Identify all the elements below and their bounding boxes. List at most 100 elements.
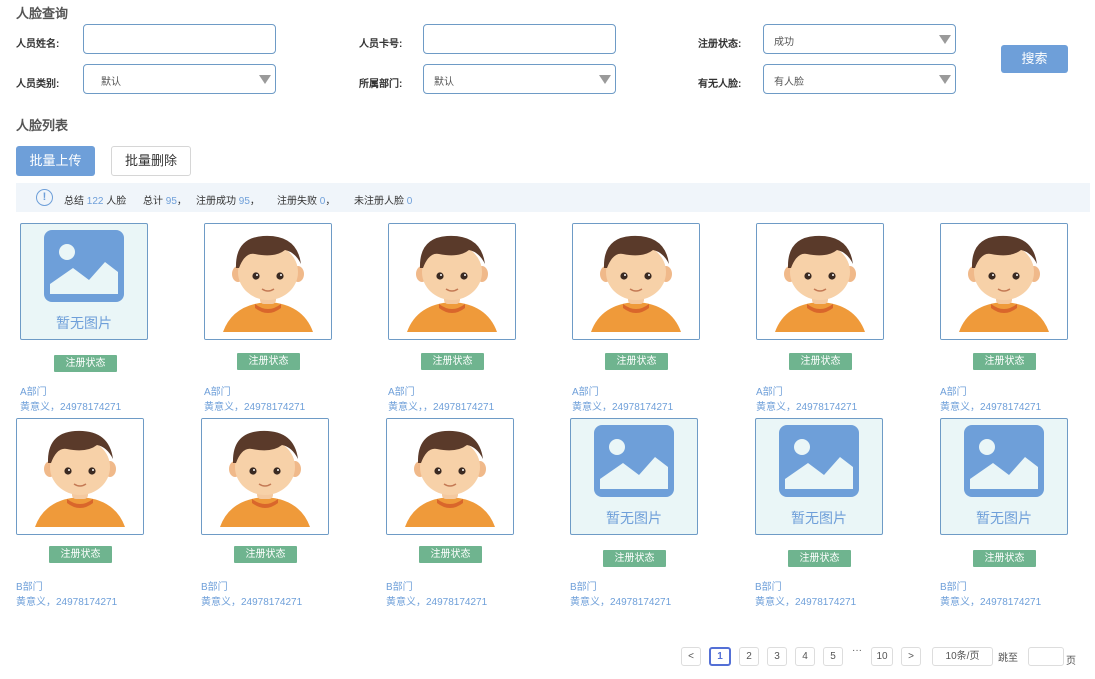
list-section-title: 人脸列表 <box>16 118 69 133</box>
card-person-info: 黄意义，24978174271 <box>570 597 672 608</box>
card-department: A部门 <box>20 387 47 398</box>
card-person-info: 黄意义，24978174271 <box>201 597 303 608</box>
avatar-illustration-icon <box>573 224 699 339</box>
registration-status-badge: 注册状态 <box>419 546 482 563</box>
registration-status-badge: 注册状态 <box>973 550 1036 567</box>
no-image-text: 暂无图片 <box>606 510 662 526</box>
card-department: A部门 <box>204 387 231 398</box>
face-thumbnail[interactable] <box>386 418 514 535</box>
face-card[interactable]: 注册状态 B部门 黄意义，24978174271 <box>201 418 401 613</box>
card-department: A部门 <box>388 387 415 398</box>
card-department: B部门 <box>16 582 43 593</box>
card-department: B部门 <box>201 582 228 593</box>
face-thumbnail[interactable]: 暂无图片 <box>20 223 148 340</box>
registration-status-badge: 注册状态 <box>973 353 1036 370</box>
registration-status-badge: 注册状态 <box>603 550 666 567</box>
card-person-info: 黄意义，24978174271 <box>16 597 118 608</box>
face-thumbnail[interactable] <box>201 418 329 535</box>
pagination-ellipsis[interactable]: ··· <box>852 645 862 656</box>
face-card[interactable]: 注册状态 B部门 黄意义，24978174271 <box>386 418 586 613</box>
face-card[interactable]: 注册状态 A部门 黄意义，24978174271 <box>572 223 772 418</box>
registration-status-badge: 注册状态 <box>49 546 112 563</box>
pagination-prev-button[interactable]: < <box>681 647 701 666</box>
no-image-text: 暂无图片 <box>976 510 1032 526</box>
avatar-illustration-icon <box>387 419 513 534</box>
pagination-page-10[interactable]: 10 <box>871 647 893 666</box>
avatar-illustration-icon <box>757 224 883 339</box>
page-size-select[interactable]: 10条/页 <box>932 647 993 666</box>
batch-upload-button[interactable]: 批量上传 <box>16 146 95 176</box>
info-icon: ! <box>36 189 53 206</box>
type-select-value: 默认 <box>101 77 121 88</box>
card-input[interactable] <box>423 24 616 54</box>
registration-status-badge: 注册状态 <box>54 355 117 372</box>
status-select-value: 成功 <box>774 37 794 48</box>
avatar-illustration-icon <box>941 224 1067 339</box>
pagination-next-button[interactable]: > <box>901 647 921 666</box>
pagination-page-2[interactable]: 2 <box>739 647 759 666</box>
face-card[interactable]: 暂无图片 注册状态 B部门 黄意义，24978174271 <box>755 418 955 613</box>
registration-status-badge: 注册状态 <box>421 353 484 370</box>
face-thumbnail[interactable] <box>940 223 1068 340</box>
face-card[interactable]: 暂无图片 注册状态 B部门 黄意义，24978174271 <box>570 418 770 613</box>
face-card[interactable]: 暂无图片 注册状态 B部门 黄意义，24978174271 <box>940 418 1095 613</box>
name-input[interactable] <box>83 24 276 54</box>
search-button[interactable]: 搜索 <box>1001 45 1068 73</box>
no-image-text: 暂无图片 <box>791 510 847 526</box>
summary-bar: ! 总结 122 人脸 总计 95， 注册成功 95， 注册失败 0， 未注册人… <box>16 183 1090 212</box>
page-unit-label: 页 <box>1066 656 1076 667</box>
face-thumbnail[interactable] <box>388 223 516 340</box>
face-select[interactable]: 有人脸 <box>763 64 956 94</box>
pagination-page-5[interactable]: 5 <box>823 647 843 666</box>
name-label: 人员姓名: <box>16 39 60 50</box>
card-department: A部门 <box>572 387 599 398</box>
status-label: 注册状态: <box>698 39 742 50</box>
card-department: B部门 <box>386 582 413 593</box>
summary-count: 总计 95， <box>143 196 187 207</box>
face-card[interactable]: 注册状态 B部门 黄意义，24978174271 <box>16 418 216 613</box>
card-department: B部门 <box>755 582 782 593</box>
type-select[interactable]: 默认 <box>83 64 276 94</box>
face-card[interactable]: 注册状态 A部门 黄意义，，24978174271 <box>388 223 588 418</box>
batch-delete-button[interactable]: 批量删除 <box>111 146 191 176</box>
type-label: 人员类别: <box>16 79 60 90</box>
registration-status-badge: 注册状态 <box>789 353 852 370</box>
face-thumbnail[interactable]: 暂无图片 <box>755 418 883 535</box>
pagination-page-1[interactable]: 1 <box>709 647 731 666</box>
face-thumbnail[interactable]: 暂无图片 <box>570 418 698 535</box>
card-person-info: 黄意义，24978174271 <box>204 402 306 413</box>
summary-unregistered: 未注册人脸 0 <box>354 196 413 207</box>
face-card[interactable]: 注册状态 A部门 黄意义，24978174271 <box>940 223 1095 418</box>
face-card[interactable]: 注册状态 A部门 黄意义，24978174271 <box>204 223 404 418</box>
caret-down-icon <box>939 75 951 84</box>
face-thumbnail[interactable] <box>16 418 144 535</box>
card-department: A部门 <box>940 387 967 398</box>
card-person-info: 黄意义，24978174271 <box>755 597 857 608</box>
jump-input[interactable] <box>1028 647 1064 666</box>
caret-down-icon <box>939 35 951 44</box>
search-section-title: 人脸查询 <box>16 6 69 21</box>
face-card[interactable]: 注册状态 A部门 黄意义，24978174271 <box>756 223 956 418</box>
pagination-page-4[interactable]: 4 <box>795 647 815 666</box>
face-thumbnail[interactable] <box>572 223 700 340</box>
face-thumbnail[interactable] <box>204 223 332 340</box>
card-department: A部门 <box>756 387 783 398</box>
dept-select[interactable]: 默认 <box>423 64 616 94</box>
status-select[interactable]: 成功 <box>763 24 956 54</box>
pagination-page-3[interactable]: 3 <box>767 647 787 666</box>
face-card[interactable]: 暂无图片 注册状态 A部门 黄意义，24978174271 <box>20 223 220 418</box>
card-label: 人员卡号: <box>359 39 403 50</box>
face-thumbnail[interactable] <box>756 223 884 340</box>
registration-status-badge: 注册状态 <box>788 550 851 567</box>
dept-select-value: 默认 <box>434 77 454 88</box>
avatar-illustration-icon <box>17 419 143 534</box>
card-person-info: 黄意义，24978174271 <box>572 402 674 413</box>
card-person-info: 黄意义，24978174271 <box>386 597 488 608</box>
face-select-value: 有人脸 <box>774 77 804 88</box>
card-person-info: 黄意义，24978174271 <box>756 402 858 413</box>
summary-total: 总结 122 人脸 <box>64 196 127 207</box>
face-thumbnail[interactable]: 暂无图片 <box>940 418 1068 535</box>
registration-status-badge: 注册状态 <box>234 546 297 563</box>
face-label: 有无人脸: <box>698 79 742 90</box>
summary-success: 注册成功 95， <box>196 196 260 207</box>
